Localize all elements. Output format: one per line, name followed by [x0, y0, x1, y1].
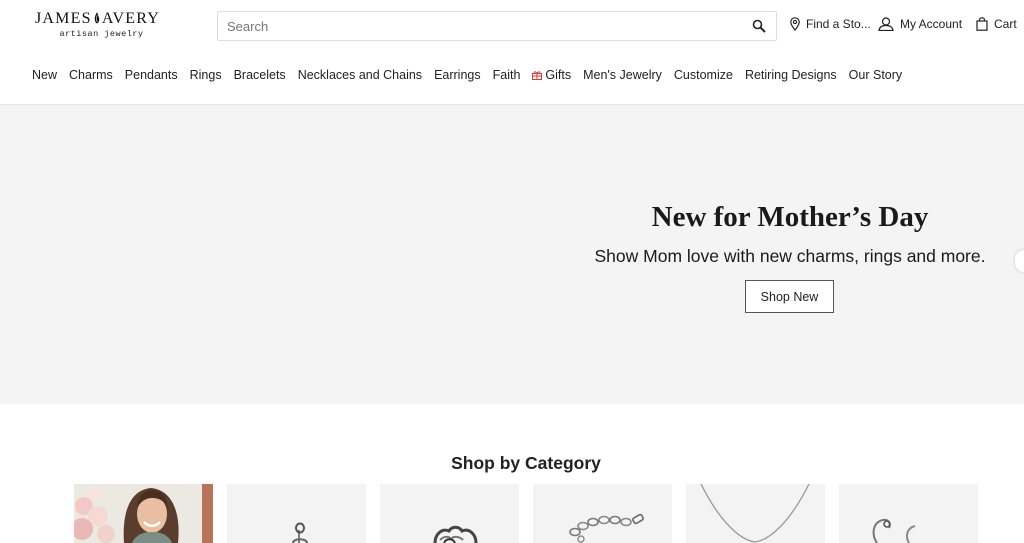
- my-account-link[interactable]: My Account: [878, 17, 962, 31]
- main-nav: New Charms Pendants Rings Bracelets Neck…: [32, 66, 914, 84]
- nav-item-charms[interactable]: Charms: [69, 68, 113, 82]
- nav-item-retiring-designs[interactable]: Retiring Designs: [745, 68, 837, 82]
- category-tile-necklaces[interactable]: [686, 484, 825, 543]
- nav-item-gifts[interactable]: Gifts: [532, 68, 571, 82]
- carousel-next-button[interactable]: [1015, 250, 1024, 272]
- nav-item-pendants[interactable]: Pendants: [125, 68, 178, 82]
- find-store-label: Find a Sto...: [806, 17, 871, 31]
- hero-title: New for Mother’s Day: [651, 201, 929, 233]
- ring-icon: [433, 525, 478, 543]
- shop-by-category-title: Shop by Category: [451, 453, 601, 473]
- nav-item-customize[interactable]: Customize: [674, 68, 733, 82]
- hero-subtitle: Show Mom love with new charms, rings and…: [594, 246, 986, 266]
- nav-item-new[interactable]: New: [32, 68, 57, 82]
- shopping-bag-icon: [976, 17, 988, 31]
- category-tile-charms[interactable]: [227, 484, 366, 543]
- bracelet-icon: [569, 513, 644, 543]
- flame-icon: [94, 12, 99, 24]
- nav-item-necklaces[interactable]: Necklaces and Chains: [298, 68, 422, 82]
- search-box: [217, 11, 777, 41]
- find-store-link[interactable]: Find a Sto...: [790, 17, 871, 31]
- nav-item-faith[interactable]: Faith: [493, 68, 521, 82]
- cart-link[interactable]: Cart: [976, 17, 1017, 31]
- category-tile-earrings[interactable]: [839, 484, 978, 543]
- cart-label: Cart: [994, 17, 1017, 31]
- earring-icon: [872, 518, 916, 543]
- hero-banner: New for Mother’s Day Show Mom love with …: [0, 105, 1024, 404]
- location-pin-icon: [790, 17, 800, 31]
- gift-icon: [532, 71, 543, 80]
- woman-photo-icon: [74, 484, 213, 543]
- search-icon[interactable]: [752, 19, 766, 33]
- user-icon: [878, 17, 894, 31]
- necklace-icon: [700, 484, 810, 543]
- nav-item-mens-jewelry[interactable]: Men's Jewelry: [583, 68, 662, 82]
- search-input[interactable]: [218, 12, 738, 40]
- brand-logo[interactable]: JAMES AVERY artisan jewelry: [35, 9, 160, 41]
- nav-item-bracelets[interactable]: Bracelets: [234, 68, 286, 82]
- nav-item-our-story[interactable]: Our Story: [849, 68, 903, 82]
- category-tile-bracelets[interactable]: [533, 484, 672, 543]
- nav-item-earrings[interactable]: Earrings: [434, 68, 481, 82]
- brand-name-left: JAMES: [35, 10, 92, 27]
- category-tile-rings[interactable]: [380, 484, 519, 543]
- charm-icon: [292, 522, 308, 543]
- brand-name-right: AVERY: [101, 10, 160, 27]
- brand-wordmark: JAMES AVERY: [35, 9, 160, 29]
- nav-item-rings[interactable]: Rings: [190, 68, 222, 82]
- category-tile-lifestyle[interactable]: [74, 484, 213, 543]
- my-account-label: My Account: [900, 17, 963, 31]
- brand-tagline: artisan jewelry: [59, 29, 144, 39]
- shop-new-button[interactable]: Shop New: [745, 280, 834, 313]
- site-header: JAMES AVERY artisan jewelry Find a Sto..…: [0, 0, 1024, 105]
